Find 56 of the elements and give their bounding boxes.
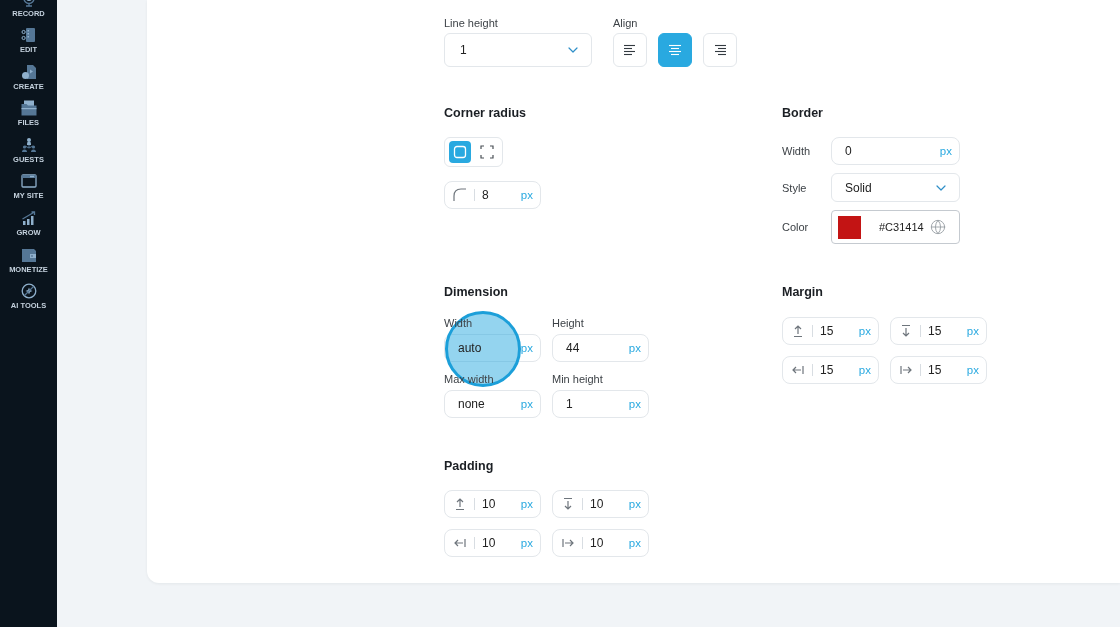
- dimension-field[interactable]: none px: [444, 390, 541, 418]
- arrow-down-from-line-icon: [899, 324, 913, 338]
- border-style-select[interactable]: Solid: [831, 173, 960, 202]
- line-height-select[interactable]: 1: [444, 33, 592, 67]
- dimension-field[interactable]: 44 px: [552, 334, 649, 362]
- section-heading: Corner radius: [444, 105, 526, 121]
- bottom-value-field[interactable]: 10 px: [552, 490, 649, 518]
- corner-brackets-icon: [480, 145, 494, 159]
- right-value-field[interactable]: 10 px: [552, 529, 649, 557]
- section-heading: Border: [782, 105, 823, 121]
- arrow-left-to-line-icon: [791, 363, 805, 377]
- rounded-corner-icon: [453, 188, 467, 202]
- square-icon: [453, 145, 467, 159]
- field-label: Min height: [552, 372, 603, 386]
- sparkle-icon: [20, 283, 37, 300]
- bar-chart-icon: [20, 210, 37, 227]
- arrow-down-from-line-icon: [561, 497, 575, 511]
- field-label: Height: [552, 316, 584, 330]
- dimension-field[interactable]: 1 px: [552, 390, 649, 418]
- align-center-button[interactable]: [658, 33, 692, 67]
- color-field[interactable]: #C31414: [831, 210, 960, 244]
- top-value-field[interactable]: 15 px: [782, 317, 879, 345]
- arrow-up-to-line-icon: [453, 497, 467, 511]
- field-label: Align: [613, 16, 638, 30]
- bottom-value-field[interactable]: 15 px: [890, 317, 987, 345]
- align-center-icon: [668, 43, 682, 57]
- field-label: Width: [782, 144, 812, 158]
- globe-icon: [930, 219, 946, 235]
- wallet-icon: [20, 246, 37, 263]
- video-file-icon: [20, 63, 37, 80]
- align-left-icon: [623, 43, 637, 57]
- browser-window-icon: [20, 173, 37, 190]
- section-heading: Dimension: [444, 284, 508, 300]
- folder-icon: [20, 100, 37, 117]
- left-value-field[interactable]: 10 px: [444, 529, 541, 557]
- align-right-button[interactable]: [703, 33, 737, 67]
- arrow-left-to-line-icon: [453, 536, 467, 550]
- align-left-button[interactable]: [613, 33, 647, 67]
- field-label: Line height: [444, 16, 498, 30]
- corner-radius-field[interactable]: 8 px: [444, 181, 541, 209]
- arrow-right-from-line-icon: [899, 363, 913, 377]
- arrow-up-to-line-icon: [791, 324, 805, 338]
- film-strip-icon: [20, 27, 37, 44]
- people-icon: [20, 136, 37, 153]
- left-value-field[interactable]: 15 px: [782, 356, 879, 384]
- section-heading: Padding: [444, 458, 494, 474]
- field-label: Color: [782, 220, 810, 234]
- top-value-field[interactable]: 10 px: [444, 490, 541, 518]
- section-heading: Margin: [782, 284, 823, 300]
- arrow-right-from-line-icon: [561, 536, 575, 550]
- right-value-field[interactable]: 15 px: [890, 356, 987, 384]
- all-corners-button[interactable]: [449, 141, 471, 163]
- align-right-icon: [713, 43, 727, 57]
- border-width-field[interactable]: 0 px: [831, 137, 960, 165]
- field-label: Width: [444, 316, 473, 330]
- field-label: Style: [782, 180, 808, 195]
